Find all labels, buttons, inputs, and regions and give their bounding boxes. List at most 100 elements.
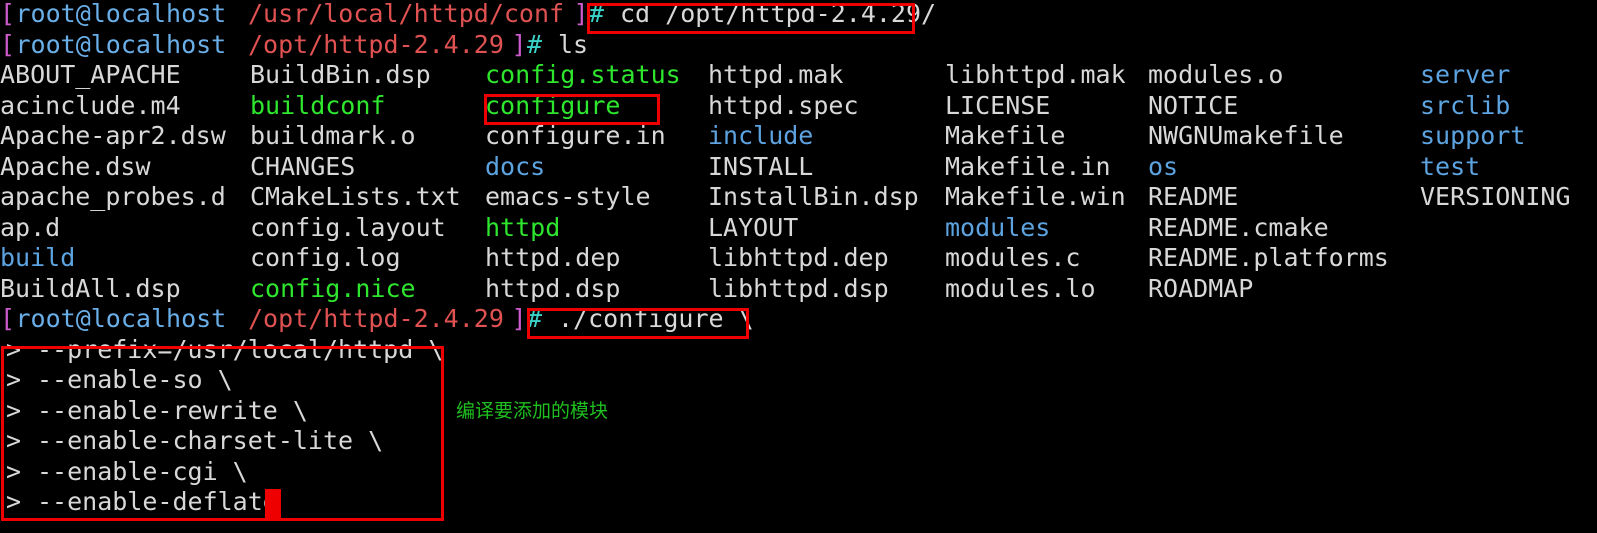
continuation-prompt-symbol: > [6,365,22,394]
continuation-command-text[interactable]: --enable-so \ [37,365,233,396]
ls-entry-file: httpd.mak [708,60,844,89]
annotation-label: 编译要添加的模块 [456,400,609,422]
ls-entry-file: configure.in [485,121,666,150]
ls-entry-file: libhttpd.dep [708,243,889,272]
ls-entry-file: Apache.dsw [0,151,151,181]
text-cursor [265,489,281,518]
ls-entry-file: CHANGES [250,151,356,181]
ls-entry-dir: test [1420,151,1481,181]
prompt-gap [543,30,558,61]
prompt-close-bracket: ] [511,304,527,333]
ls-entry-file: VERSIONING [1420,182,1571,211]
prompt-path: /usr/local/httpd/conf [248,0,565,28]
ls-entry-exec: httpd [485,212,561,242]
prompt-command-text[interactable]: ./configure \ [558,304,754,335]
prompt-close-bracket: ] [573,0,589,28]
continuation-command-text[interactable]: --enable-rewrite \ [37,396,308,427]
ls-output-row: ABOUT_APACHE BuildBin.dsp config.status htt… [0,60,1597,91]
ls-entry-file: README.cmake [1148,212,1329,242]
ls-entry-file: Apache-apr2.dsw [0,121,226,150]
prompt-gap [543,304,558,335]
terminal-lines: [root@localhost /usr/local/httpd/conf] # … [0,0,1597,518]
prompt-user-host: root@localhost [15,29,227,59]
continuation-command-text[interactable]: --enable-deflate [37,487,278,518]
ls-entry-file: Makefile [945,121,1066,150]
ls-entry-file: ROADMAP [1148,273,1254,303]
ls-entry-file: apache_probes.d [0,182,226,211]
ls-entry-file: CMakeLists.txt [250,182,461,211]
ls-entry-dir: modules [945,212,1051,242]
ls-entry-dir: support [1420,121,1526,150]
ls-entry-dir: os [1148,151,1179,181]
prompt-hash-symbol: # [527,304,543,333]
continuation-line: > --prefix=/usr/local/httpd \ [0,335,1597,366]
ls-entry-file: config.log [250,243,401,272]
ls-entry-file: libhttpd.dsp [708,273,889,303]
ls-entry-file: LICENSE [945,90,1051,120]
ls-entry-file: BuildAll.dsp [0,273,181,303]
ls-entry-dir: docs [485,151,546,181]
ls-entry-file: httpd.spec [708,90,859,120]
ls-output-row: BuildAll.dsp config.nice httpd.dsp libhttpd… [0,274,1597,305]
ls-entry-file: modules.c [945,243,1081,272]
prompt-hash-symbol: # [589,0,605,28]
ls-entry-exec: configure [485,90,621,120]
prompt-hash-symbol: # [527,29,543,59]
continuation-line: > --enable-deflate [0,487,1597,518]
continuation-prompt-symbol: > [6,487,22,516]
ls-entry-file: LAYOUT [708,212,799,242]
ls-entry-file: Makefile.in [945,151,1111,181]
ls-output-row: Apache-apr2.dsw buildmark.o configure.in in… [0,121,1597,152]
ls-entry-file: libhttpd.mak [945,60,1126,89]
continuation-command-text[interactable]: --prefix=/usr/local/httpd \ [37,335,443,366]
continuation-prompt-symbol: > [6,456,22,486]
prompt-path: /opt/httpd-2.4.29 [248,29,504,59]
ls-entry-file: ap.d [0,212,61,242]
prompt-gap [605,0,620,30]
ls-entry-file: README [1148,182,1239,211]
ls-entry-file: modules.lo [945,273,1096,303]
ls-entry-exec: config.status [485,60,681,89]
prompt-user-host: root@localhost [15,304,227,333]
ls-entry-file: ABOUT_APACHE [0,60,181,89]
ls-entry-file: config.layout [250,212,446,242]
ls-entry-file: Makefile.win [945,182,1126,211]
ls-entry-file: acinclude.m4 [0,90,181,120]
continuation-prompt-symbol: > [6,334,22,364]
ls-entry-file: modules.o [1148,60,1284,89]
ls-entry-file: NOTICE [1148,90,1239,120]
prompt-line: [root@localhost /opt/httpd-2.4.29] # ls [0,30,1597,61]
prompt-close-bracket: ] [511,29,527,59]
ls-output-row: apache_probes.d CMakeLists.txt emacs-style… [0,182,1597,213]
prompt-open-bracket: [ [0,304,16,333]
ls-entry-file: NWGNUmakefile [1148,121,1344,150]
continuation-prompt-symbol: > [6,395,22,425]
prompt-command-text[interactable]: cd /opt/httpd-2.4.29/ [620,0,936,30]
continuation-command-text[interactable]: --enable-cgi \ [37,457,248,488]
terminal-window[interactable]: /usr/local/httpd/conf]# [root@localhost … [0,0,1597,533]
ls-entry-exec: config.nice [250,273,416,303]
prompt-command-text[interactable]: ls [558,30,588,61]
ls-entry-dir: server [1420,60,1511,89]
ls-entry-dir: build [0,243,76,272]
ls-entry-file: emacs-style [485,182,651,211]
prompt-line: [root@localhost /opt/httpd-2.4.29] # ./co… [0,304,1597,335]
ls-entry-file: BuildBin.dsp [250,60,431,89]
ls-entry-file: buildmark.o [250,121,416,150]
prompt-line: [root@localhost /usr/local/httpd/conf] # … [0,0,1597,30]
continuation-line: > --enable-so \ [0,365,1597,396]
continuation-command-text[interactable]: --enable-charset-lite \ [37,426,383,457]
ls-output-row: build config.log httpd.dep libhttpd.dep modu… [0,243,1597,274]
ls-output-row: Apache.dsw CHANGES docs INSTALL Makefile.in o… [0,152,1597,183]
ls-entry-dir: include [708,121,814,150]
prompt-open-bracket: [ [0,0,16,28]
continuation-prompt-symbol: > [6,426,22,455]
ls-entry-file: INSTALL [708,151,814,181]
ls-entry-file: README.platforms [1148,243,1389,272]
prompt-user-host: root@localhost [15,0,227,28]
continuation-line: > --enable-rewrite \ [0,396,1597,427]
continuation-line: > --enable-cgi \ [0,457,1597,488]
